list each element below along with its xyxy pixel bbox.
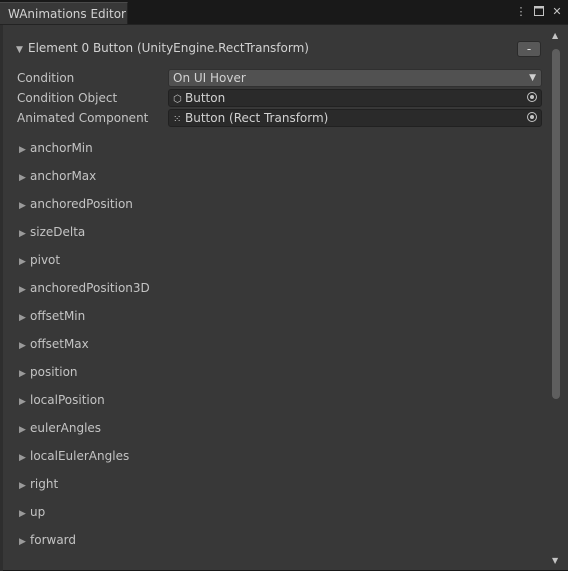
expand-right-icon: ▶ bbox=[19, 453, 26, 463]
animated-component-value: Button (Rect Transform) bbox=[185, 111, 329, 125]
property-label: offsetMin bbox=[30, 309, 86, 323]
scrollbar-thumb[interactable] bbox=[552, 49, 560, 399]
object-picker-icon[interactable] bbox=[527, 92, 537, 102]
condition-object-label: Condition Object bbox=[17, 91, 118, 105]
property-foldout-anchormax[interactable]: ▶ anchorMax bbox=[19, 167, 96, 185]
property-foldout-right[interactable]: ▶ right bbox=[19, 475, 58, 493]
property-foldout-up[interactable]: ▶ up bbox=[19, 503, 45, 521]
condition-object-field[interactable]: ⬡ Button bbox=[168, 89, 542, 107]
property-foldout-anchoredposition[interactable]: ▶ anchoredPosition bbox=[19, 195, 133, 213]
expand-right-icon: ▶ bbox=[19, 425, 26, 435]
property-label: eulerAngles bbox=[30, 421, 102, 435]
property-foldout-forward[interactable]: ▶ forward bbox=[19, 531, 76, 549]
condition-dropdown[interactable]: On UI Hover ▼ bbox=[168, 69, 542, 87]
expand-right-icon: ▶ bbox=[19, 341, 26, 351]
close-icon[interactable]: ✕ bbox=[550, 4, 564, 18]
condition-object-value: Button bbox=[185, 91, 226, 105]
property-foldout-eulerangles[interactable]: ▶ eulerAngles bbox=[19, 419, 101, 437]
condition-label: Condition bbox=[17, 71, 75, 85]
panel-edge bbox=[0, 25, 3, 571]
property-label: anchoredPosition3D bbox=[30, 281, 150, 295]
animated-component-label: Animated Component bbox=[17, 111, 149, 125]
element-header-label: Element 0 Button (UnityEngine.RectTransf… bbox=[28, 41, 309, 55]
animated-component-field[interactable]: ⁙ Button (Rect Transform) bbox=[168, 109, 542, 127]
expand-right-icon: ▶ bbox=[19, 509, 26, 519]
property-label: offsetMax bbox=[30, 337, 89, 351]
expand-right-icon: ▶ bbox=[19, 313, 26, 323]
property-foldout-pivot[interactable]: ▶ pivot bbox=[19, 251, 60, 269]
property-foldout-offsetmin[interactable]: ▶ offsetMin bbox=[19, 307, 85, 325]
property-foldout-anchoredposition3d[interactable]: ▶ anchoredPosition3D bbox=[19, 279, 150, 297]
expand-right-icon: ▶ bbox=[19, 173, 26, 183]
expand-right-icon: ▶ bbox=[19, 397, 26, 407]
property-label: anchoredPosition bbox=[30, 197, 133, 211]
property-label: sizeDelta bbox=[30, 225, 86, 239]
property-foldout-offsetmax[interactable]: ▶ offsetMax bbox=[19, 335, 89, 353]
property-label: anchorMax bbox=[30, 169, 97, 183]
expand-right-icon: ▶ bbox=[19, 285, 26, 295]
element-header[interactable]: ▼ Element 0 Button (UnityEngine.RectTrans… bbox=[16, 39, 309, 57]
property-label: position bbox=[30, 365, 78, 379]
property-label: anchorMin bbox=[30, 141, 93, 155]
property-foldout-position[interactable]: ▶ position bbox=[19, 363, 78, 381]
expand-down-icon[interactable]: ▼ bbox=[16, 41, 28, 59]
vertical-scrollbar[interactable]: ▲ ▼ bbox=[549, 29, 563, 567]
expand-right-icon: ▶ bbox=[19, 481, 26, 491]
tab-bar: WAnimations Editor ⋮ ✕ bbox=[0, 0, 568, 24]
expand-right-icon: ▶ bbox=[19, 369, 26, 379]
expand-right-icon: ▶ bbox=[19, 257, 26, 267]
property-foldout-localeulerangles[interactable]: ▶ localEulerAngles bbox=[19, 447, 129, 465]
expand-right-icon: ▶ bbox=[19, 537, 26, 547]
property-foldout-anchormin[interactable]: ▶ anchorMin bbox=[19, 139, 93, 157]
scroll-up-icon[interactable]: ▲ bbox=[552, 31, 558, 40]
maximize-icon[interactable] bbox=[532, 4, 546, 18]
property-label: pivot bbox=[30, 253, 61, 267]
rect-transform-icon: ⁙ bbox=[173, 114, 182, 125]
more-icon[interactable]: ⋮ bbox=[514, 4, 528, 18]
expand-right-icon: ▶ bbox=[19, 229, 26, 239]
inspector-panel: ▼ Element 0 Button (UnityEngine.RectTrans… bbox=[0, 24, 568, 571]
expand-right-icon: ▶ bbox=[19, 145, 26, 155]
tab-wanimations-editor[interactable]: WAnimations Editor bbox=[0, 2, 128, 24]
scroll-down-icon[interactable]: ▼ bbox=[552, 556, 558, 565]
chevron-down-icon: ▼ bbox=[529, 73, 536, 83]
property-label: right bbox=[30, 477, 59, 491]
expand-right-icon: ▶ bbox=[19, 201, 26, 211]
property-label: localEulerAngles bbox=[30, 449, 130, 463]
property-foldout-sizedelta[interactable]: ▶ sizeDelta bbox=[19, 223, 85, 241]
property-foldout-localposition[interactable]: ▶ localPosition bbox=[19, 391, 105, 409]
condition-value: On UI Hover bbox=[173, 71, 246, 85]
property-label: localPosition bbox=[30, 393, 105, 407]
property-label: forward bbox=[30, 533, 77, 547]
property-label: up bbox=[30, 505, 46, 519]
gameobject-icon: ⬡ bbox=[173, 94, 182, 105]
remove-element-button[interactable]: - bbox=[517, 41, 541, 57]
window-controls: ⋮ ✕ bbox=[514, 4, 564, 18]
component-picker-icon[interactable] bbox=[527, 112, 537, 122]
